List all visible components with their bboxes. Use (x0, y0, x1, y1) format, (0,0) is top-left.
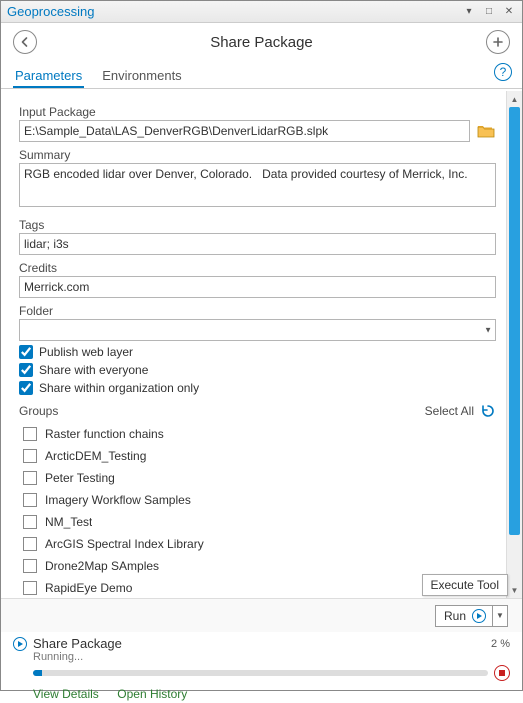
progress-bar-fill (33, 670, 42, 676)
scroll-area: Input Package Summary Tags Credits Folde… (1, 91, 506, 598)
view-details-link[interactable]: View Details (33, 687, 99, 701)
vertical-scrollbar[interactable]: ▲ ▼ (506, 91, 522, 598)
group-item: Imagery Workflow Samples (23, 489, 496, 511)
title-bar: Geoprocessing ▾ □ ✕ (1, 1, 522, 23)
run-button-group: Run ▼ (435, 605, 508, 627)
group-checkbox[interactable] (23, 493, 37, 507)
group-label: ArcticDEM_Testing (45, 449, 146, 463)
publish-web-layer-label: Publish web layer (39, 345, 133, 359)
tags-label: Tags (19, 218, 496, 232)
play-icon (472, 609, 486, 623)
share-everyone-label: Share with everyone (39, 363, 148, 377)
run-tooltip: Execute Tool (422, 574, 509, 596)
group-checkbox[interactable] (23, 471, 37, 485)
share-org-label: Share within organization only (39, 381, 199, 395)
group-item: Peter Testing (23, 467, 496, 489)
group-checkbox[interactable] (23, 581, 37, 595)
credits-label: Credits (19, 261, 496, 275)
close-icon[interactable]: ✕ (500, 5, 518, 19)
group-label: Imagery Workflow Samples (45, 493, 191, 507)
open-history-link[interactable]: Open History (117, 687, 187, 701)
input-package-label: Input Package (19, 105, 496, 119)
status-title: Share Package (33, 636, 122, 651)
credits-field[interactable] (19, 276, 496, 298)
summary-label: Summary (19, 148, 496, 162)
group-label: ArcGIS Spectral Index Library (45, 537, 204, 551)
add-button[interactable] (486, 30, 510, 54)
group-checkbox[interactable] (23, 537, 37, 551)
group-item: NM_Test (23, 511, 496, 533)
tool-title: Share Package (37, 34, 486, 51)
group-checkbox[interactable] (23, 427, 37, 441)
back-button[interactable] (13, 30, 37, 54)
status-area: Share Package 2 % Running... View Detail… (1, 632, 522, 690)
tab-environments[interactable]: Environments (100, 64, 183, 88)
dropdown-icon[interactable]: ▾ (460, 5, 478, 19)
group-label: RapidEye Demo (45, 581, 132, 595)
progress-bar (33, 670, 488, 676)
stop-button[interactable] (494, 665, 510, 681)
scroll-down-icon[interactable]: ▼ (507, 582, 522, 598)
run-row: Run ▼ Execute Tool (1, 598, 522, 632)
group-list: Raster function chains ArcticDEM_Testing P… (19, 423, 496, 598)
progress-percent-label: 2 % (491, 638, 510, 650)
browse-folder-icon[interactable] (476, 121, 496, 141)
window-title: Geoprocessing (7, 4, 458, 19)
share-everyone-checkbox[interactable] (19, 363, 33, 377)
run-button[interactable]: Run (436, 606, 493, 626)
reset-icon[interactable] (480, 403, 496, 419)
group-item: ArcGIS Spectral Index Library (23, 533, 496, 555)
group-label: Raster function chains (45, 427, 164, 441)
folder-select[interactable] (19, 319, 496, 341)
tab-parameters[interactable]: Parameters (13, 64, 84, 88)
group-checkbox[interactable] (23, 515, 37, 529)
group-label: Drone2Map SAmples (45, 559, 159, 573)
select-all-link[interactable]: Select All (425, 404, 474, 418)
group-item: ArcticDEM_Testing (23, 445, 496, 467)
input-package-field[interactable] (19, 120, 470, 142)
folder-label: Folder (19, 304, 496, 318)
group-label: Peter Testing (45, 471, 115, 485)
publish-web-layer-checkbox[interactable] (19, 345, 33, 359)
run-button-label: Run (444, 609, 466, 623)
group-item: Raster function chains (23, 423, 496, 445)
status-state: Running... (33, 651, 510, 663)
header-row: Share Package (1, 23, 522, 61)
groups-label: Groups (19, 404, 425, 418)
tags-field[interactable] (19, 233, 496, 255)
status-play-icon[interactable] (13, 637, 27, 651)
run-dropdown-button[interactable]: ▼ (493, 606, 507, 626)
group-label: NM_Test (45, 515, 92, 529)
group-checkbox[interactable] (23, 559, 37, 573)
content-area: Input Package Summary Tags Credits Folde… (1, 91, 522, 598)
scroll-up-icon[interactable]: ▲ (507, 91, 522, 107)
share-org-checkbox[interactable] (19, 381, 33, 395)
maximize-icon[interactable]: □ (480, 5, 498, 19)
group-checkbox[interactable] (23, 449, 37, 463)
scroll-thumb[interactable] (509, 107, 520, 535)
tabs-row: Parameters Environments ? (1, 61, 522, 89)
help-button[interactable]: ? (494, 63, 512, 81)
summary-field[interactable] (19, 163, 496, 207)
